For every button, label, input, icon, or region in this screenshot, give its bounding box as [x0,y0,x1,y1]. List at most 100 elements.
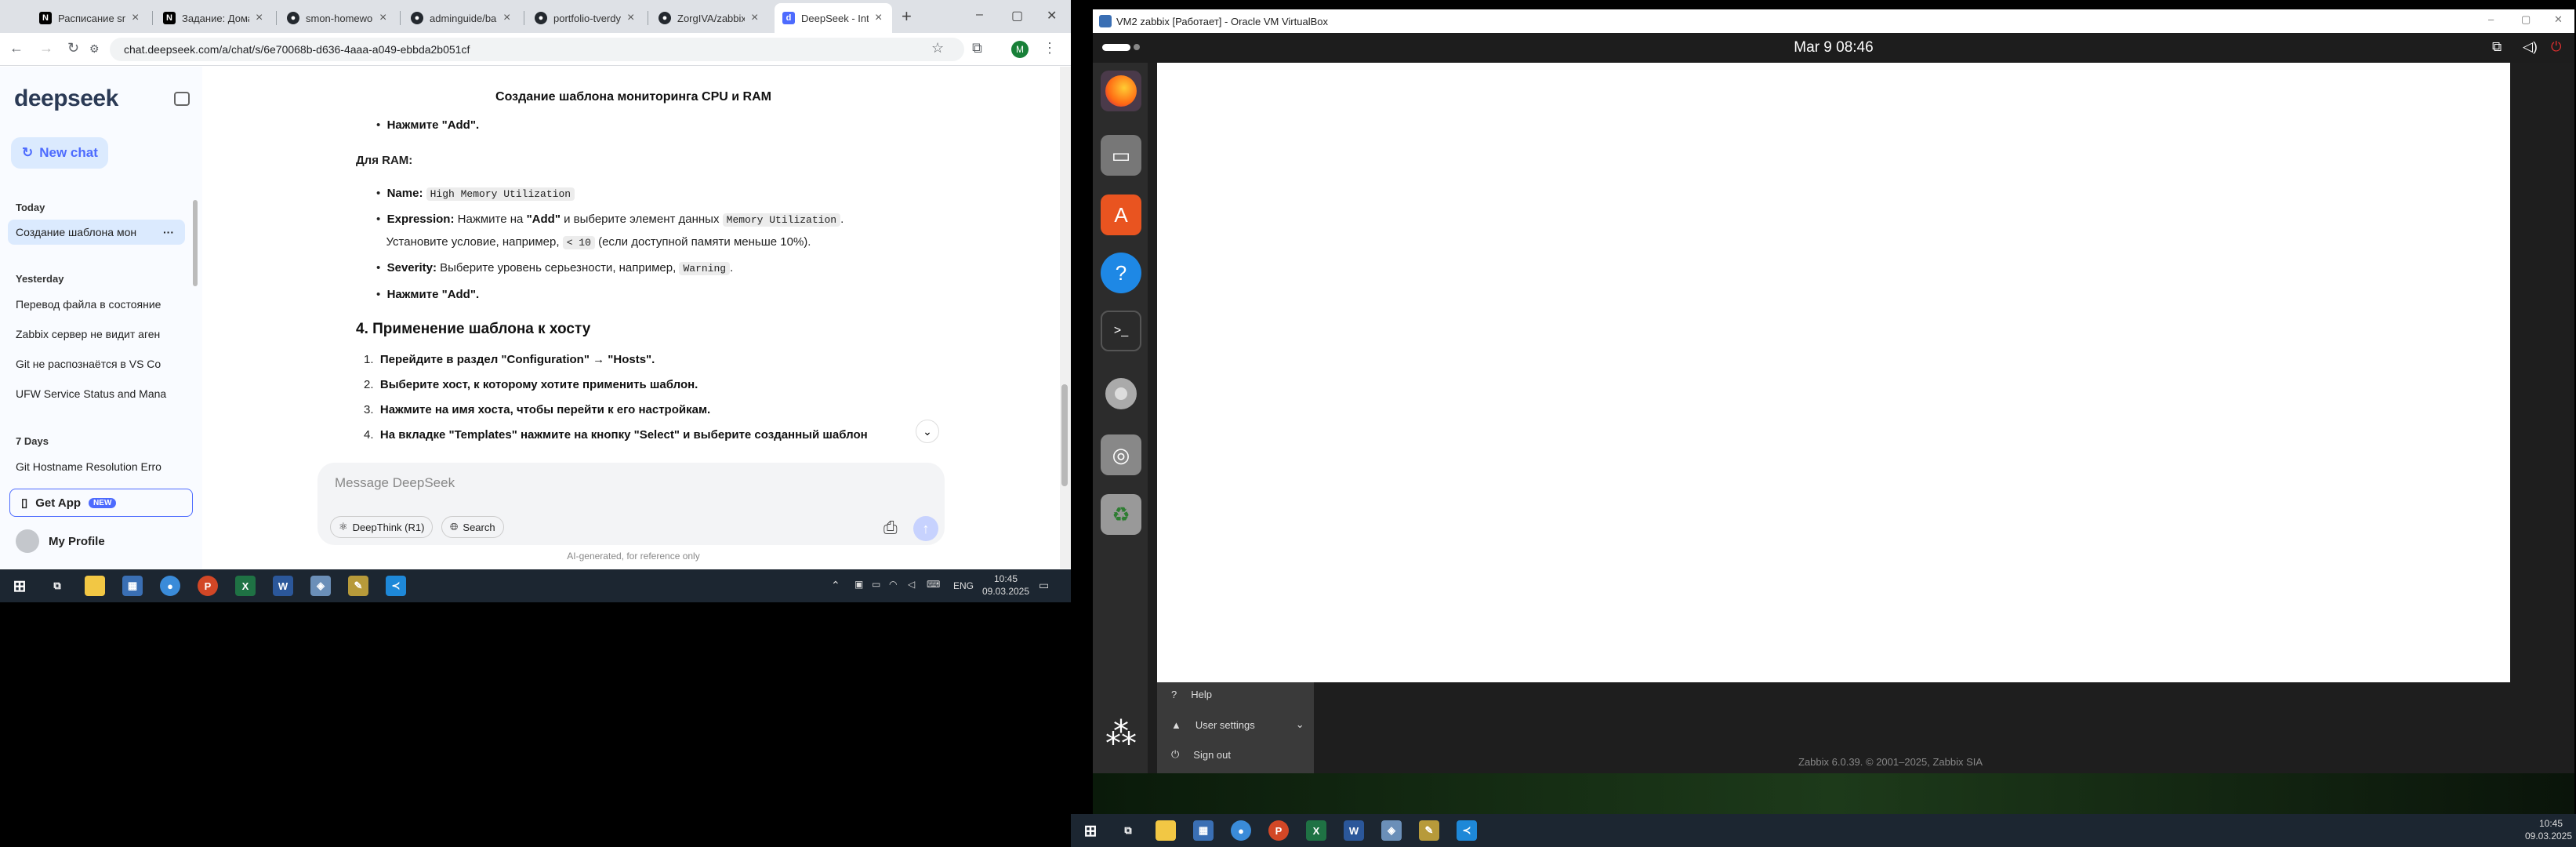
minimize-icon[interactable]: – [2488,13,2494,25]
firefox-icon[interactable] [1101,71,1141,111]
my-profile-button[interactable]: My Profile [16,529,105,553]
tab-smon-homework[interactable]: ● smon-homework × [279,3,397,33]
reload-icon[interactable]: ↻ [67,40,79,56]
scrollbar-thumb[interactable] [1061,384,1068,486]
windows-start-icon[interactable]: ⊞ [1080,820,1101,841]
extensions-icon[interactable]: ⧉ [972,40,982,56]
taskbar-time[interactable]: 10:45 [2529,818,2573,829]
deepthink-toggle[interactable]: ⚛ DeepThink (R1) [330,516,434,538]
gnome-clock[interactable]: Mar 9 08:46 [1093,33,2574,63]
calculator-icon[interactable]: ▦ [1193,820,1214,841]
tray-app-icon[interactable]: ▣ [854,579,863,590]
volume-icon[interactable]: ◁ [908,579,915,590]
get-app-button[interactable]: ▯ Get App NEW [9,489,193,517]
power-icon[interactable]: ⏻ [2551,39,2561,55]
excel-icon[interactable]: X [235,576,256,596]
tab-deepseek[interactable]: d DeepSeek - Into × [775,3,892,33]
chat-item[interactable]: Git не распознаётся в VS Co [8,351,185,376]
taskbar-date[interactable]: 09.03.2025 [980,586,1032,597]
chat-item[interactable]: Перевод файла в состояние [8,292,185,317]
notepad-icon[interactable]: ✎ [348,576,368,596]
tab-portfolio[interactable]: ● portfolio-tverdy × [527,3,644,33]
task-view-icon[interactable]: ⧉ [47,576,67,596]
bookmark-star-icon[interactable]: ☆ [931,40,944,56]
file-explorer-icon[interactable] [85,576,105,596]
taskbar-time[interactable]: 10:45 [984,573,1028,584]
close-icon[interactable]: × [751,11,760,25]
message-input[interactable]: Message DeepSeek ⚛ DeepThink (R1) 🌐︎ Sea… [317,463,945,545]
volume-icon[interactable]: ◁) [2523,39,2538,55]
scroll-down-icon[interactable]: ⌄ [916,420,939,443]
tab-schedule[interactable]: N Расписание smc × [31,3,149,33]
sidebar-scrollbar[interactable] [193,200,198,286]
chat-item[interactable]: UFW Service Status and Mana [8,381,185,406]
calculator-icon[interactable]: ▦ [122,576,143,596]
close-icon[interactable]: × [503,11,513,25]
search-toggle[interactable]: 🌐︎ Search [441,516,504,538]
tab-assignment[interactable]: N Задание: Домаш × [155,3,273,33]
tab-adminguide[interactable]: ● adminguide/ba × [403,3,521,33]
menu-help[interactable]: ? Help [1171,689,1212,700]
virtualbox-icon[interactable]: ◈ [310,576,331,596]
close-window-icon[interactable]: ✕ [2554,13,2563,26]
close-icon[interactable]: × [256,11,265,25]
notification-icon[interactable]: ▭ [1039,579,1049,592]
tab-zabbix-repo[interactable]: ● ZorgIVA/zabbix2 × [651,3,768,33]
disk-icon[interactable]: ◎ [1101,434,1141,475]
chrome-icon[interactable]: ● [1231,820,1251,841]
tray-chevron-icon[interactable]: ⌃ [831,579,840,592]
battery-icon[interactable]: ▭ [872,579,880,590]
terminal-icon[interactable]: >_ [1101,311,1141,351]
powerpoint-icon[interactable]: P [198,576,218,596]
task-view-icon[interactable]: ⧉ [1118,820,1138,841]
site-info-icon[interactable]: ⚙ [89,42,100,56]
close-window-icon[interactable]: ✕ [1047,8,1057,24]
virtualbox-icon[interactable]: ◈ [1381,820,1402,841]
word-icon[interactable]: W [1344,820,1364,841]
language-indicator[interactable]: ENG [953,580,974,591]
forward-icon[interactable]: → [39,40,53,56]
close-icon[interactable]: × [627,11,637,25]
close-icon[interactable]: × [875,11,884,25]
files-icon[interactable]: ▭ [1101,135,1141,176]
more-options-icon[interactable]: ··· [163,226,174,238]
send-button[interactable]: ↑ [913,516,938,541]
dvd-icon[interactable] [1101,373,1141,414]
close-icon[interactable]: × [379,11,389,25]
maximize-icon[interactable]: ▢ [2521,13,2531,26]
menu-icon[interactable]: ⋮ [1043,40,1057,56]
close-icon[interactable]: × [132,11,141,25]
vscode-icon[interactable]: ≺ [386,576,406,596]
attach-icon[interactable]: ⎙ [883,518,898,538]
word-icon[interactable]: W [273,576,293,596]
new-tab-button[interactable]: + [902,6,912,27]
windows-start-icon[interactable]: ⊞ [9,576,30,596]
app-center-icon[interactable]: A [1101,194,1141,235]
url-input[interactable]: chat.deepseek.com/a/chat/s/6e70068b-d636… [110,38,964,61]
network-icon[interactable]: ⧉ [2492,39,2502,55]
chat-item[interactable]: Zabbix сервер не видит аген [8,322,185,347]
maximize-icon[interactable]: ▢ [1011,8,1023,24]
chat-item-active[interactable]: Создание шаблона мон ··· [8,220,185,245]
menu-sign-out[interactable]: ⏻ Sign out [1171,748,1231,761]
chrome-icon[interactable]: ● [160,576,180,596]
page-scrollbar[interactable] [1060,67,1071,569]
menu-user-settings[interactable]: ▲ User settings ⌄ [1171,718,1304,731]
new-chat-button[interactable]: ↻ New chat [11,137,108,169]
vscode-icon[interactable]: ≺ [1457,820,1477,841]
help-icon[interactable]: ? [1101,253,1141,293]
notepad-icon[interactable]: ✎ [1419,820,1439,841]
minimize-icon[interactable]: – [976,8,983,22]
file-explorer-icon[interactable] [1156,820,1176,841]
taskbar-date[interactable]: 09.03.2025 [2523,831,2574,842]
collapse-sidebar-icon[interactable] [174,92,190,106]
trash-icon[interactable]: ♻ [1101,494,1141,535]
keyboard-icon[interactable]: ⌨ [927,579,940,590]
chat-item[interactable]: Git Hostname Resolution Erro [8,454,185,479]
network-icon[interactable]: ◠ [889,579,897,590]
excel-icon[interactable]: X [1306,820,1326,841]
show-apps-icon[interactable]: ⁂ [1101,714,1141,754]
back-icon[interactable]: ← [9,40,24,56]
profile-avatar[interactable]: M [1011,41,1029,58]
powerpoint-icon[interactable]: P [1268,820,1289,841]
